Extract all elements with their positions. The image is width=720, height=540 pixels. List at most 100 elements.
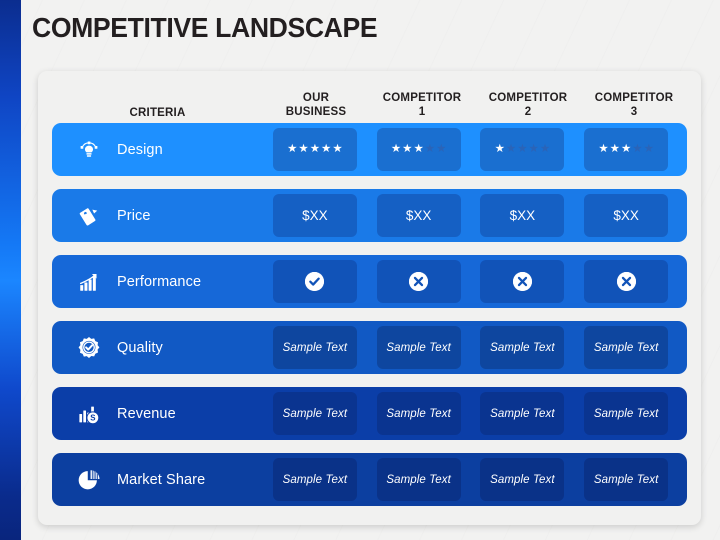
table-row[interactable]: Quality Sample Text Sample Text Sample Text… xyxy=(52,321,687,374)
comparison-table-card: CRITERIA OUR BUSINESS COMPETITOR 1 COMPE… xyxy=(38,71,701,525)
star-filled-icon: ★ xyxy=(298,142,309,155)
cell-slot-competitor-3: $XX xyxy=(574,194,678,237)
star-empty-icon: ★ xyxy=(643,142,654,155)
cell-competitor-3[interactable]: Sample Text xyxy=(584,392,669,435)
page-title: COMPETITIVE LANDSCAPE xyxy=(32,12,378,43)
cell-slot-competitor-2: ★ ★ ★ ★ ★ xyxy=(471,128,575,171)
cell-competitor-1[interactable]: Sample Text xyxy=(376,458,461,501)
star-filled-icon: ★ xyxy=(609,142,620,155)
star-rating[interactable]: ★ ★ ★ ★ ★ xyxy=(391,142,447,156)
table-header-row: CRITERIA OUR BUSINESS COMPETITOR 1 COMPE… xyxy=(38,71,701,123)
price-tag-icon: S xyxy=(74,201,104,231)
star-filled-icon: ★ xyxy=(332,142,343,155)
cell-slot-competitor-2: Sample Text xyxy=(471,392,575,435)
cell-slot-competitor-3: Sample Text xyxy=(574,458,678,501)
pen-nib-icon xyxy=(74,135,104,165)
cell-slot-competitor-1 xyxy=(367,260,471,303)
criteria-name: Quality xyxy=(117,339,163,356)
star-empty-icon: ★ xyxy=(517,142,528,155)
cell-slot-our-business: Sample Text xyxy=(263,326,367,369)
table-body: Design ★ ★ ★ ★ ★ ★ ★ ★ ★ ★ ★ ★ ★ ★ ★ ★ ★ ★ ★ ★ S Price $XX $XX… xyxy=(38,123,701,506)
header-criteria: CRITERIA xyxy=(129,107,186,119)
cell-competitor-3[interactable]: Sample Text xyxy=(584,458,669,501)
star-empty-icon: ★ xyxy=(436,142,447,155)
cell-slot-our-business: $XX xyxy=(263,194,367,237)
revenue-coin-icon: S xyxy=(74,399,104,429)
cell-slot-competitor-3: Sample Text xyxy=(574,326,678,369)
cell-competitor-3[interactable]: ★ ★ ★ ★ ★ xyxy=(584,128,669,171)
star-filled-icon: ★ xyxy=(321,142,332,155)
cell-competitor-1[interactable] xyxy=(376,260,461,303)
header-column-competitor-3: COMPETITOR 3 xyxy=(594,91,674,118)
pie-chart-icon xyxy=(74,465,104,495)
cell-slot-competitor-1: $XX xyxy=(367,194,471,237)
table-row[interactable]: S Price $XX $XX $XX $XX xyxy=(52,189,687,242)
cell-competitor-1[interactable]: Sample Text xyxy=(376,326,461,369)
cell-slot-competitor-1: ★ ★ ★ ★ ★ xyxy=(367,128,471,171)
header-column-our-business: OUR BUSINESS xyxy=(285,91,347,118)
row-label: Performance xyxy=(52,267,263,297)
star-filled-icon: ★ xyxy=(494,142,505,155)
cell-our-business[interactable] xyxy=(272,260,357,303)
quality-badge-icon xyxy=(74,333,104,363)
table-row[interactable]: Market Share Sample Text Sample Text Sample… xyxy=(52,453,687,506)
row-label: Quality xyxy=(52,333,263,363)
cell-competitor-2[interactable]: $XX xyxy=(480,194,565,237)
left-accent-bar xyxy=(0,0,21,540)
cell-competitor-3[interactable]: $XX xyxy=(584,194,669,237)
star-filled-icon: ★ xyxy=(598,142,609,155)
cell-competitor-3[interactable] xyxy=(584,260,669,303)
star-rating[interactable]: ★ ★ ★ ★ ★ xyxy=(598,142,654,156)
cell-slot-competitor-1: Sample Text xyxy=(367,326,471,369)
cell-competitor-1[interactable]: ★ ★ ★ ★ ★ xyxy=(376,128,461,171)
slide-canvas: COMPETITIVE LANDSCAPE CRITERIA OUR BUSIN… xyxy=(21,0,720,540)
cross-icon xyxy=(409,272,429,291)
cross-icon xyxy=(512,272,532,291)
table-row[interactable]: Design ★ ★ ★ ★ ★ ★ ★ ★ ★ ★ ★ ★ ★ ★ ★ ★ ★ ★ ★ ★ xyxy=(52,123,687,176)
cell-slot-our-business: Sample Text xyxy=(263,458,367,501)
cell-slot-our-business: ★ ★ ★ ★ ★ xyxy=(263,128,367,171)
star-filled-icon: ★ xyxy=(287,142,298,155)
cell-slot-competitor-3: Sample Text xyxy=(574,392,678,435)
cell-competitor-2[interactable]: ★ ★ ★ ★ ★ xyxy=(480,128,565,171)
star-empty-icon: ★ xyxy=(424,142,436,155)
cell-competitor-2[interactable]: Sample Text xyxy=(480,458,565,501)
cell-slot-competitor-3: ★ ★ ★ ★ ★ xyxy=(574,128,678,171)
cell-competitor-1[interactable]: $XX xyxy=(376,194,461,237)
star-filled-icon: ★ xyxy=(402,142,413,155)
cross-icon xyxy=(616,272,636,291)
cell-our-business[interactable]: $XX xyxy=(272,194,357,237)
cell-competitor-3[interactable]: Sample Text xyxy=(584,326,669,369)
cell-slot-competitor-2: $XX xyxy=(471,194,575,237)
cell-competitor-2[interactable] xyxy=(480,260,565,303)
cell-competitor-2[interactable]: Sample Text xyxy=(480,392,565,435)
criteria-name: Market Share xyxy=(117,471,206,488)
cell-slot-our-business xyxy=(263,260,367,303)
header-column-competitor-2: COMPETITOR 2 xyxy=(488,91,568,118)
star-empty-icon: ★ xyxy=(528,142,539,155)
cell-our-business[interactable]: ★ ★ ★ ★ ★ xyxy=(272,128,357,171)
cell-competitor-2[interactable]: Sample Text xyxy=(480,326,565,369)
cell-our-business[interactable]: Sample Text xyxy=(272,392,357,435)
cell-our-business[interactable]: Sample Text xyxy=(272,326,357,369)
row-label: S Price xyxy=(52,201,263,231)
cell-slot-competitor-3 xyxy=(574,260,678,303)
cell-competitor-1[interactable]: Sample Text xyxy=(376,392,461,435)
table-row[interactable]: S Revenue Sample Text Sample Text Sample Te… xyxy=(52,387,687,440)
criteria-name: Performance xyxy=(117,273,202,290)
star-filled-icon: ★ xyxy=(620,142,632,155)
star-rating[interactable]: ★ ★ ★ ★ ★ xyxy=(287,142,343,156)
svg-text:S: S xyxy=(90,413,95,422)
cell-our-business[interactable]: Sample Text xyxy=(272,458,357,501)
star-empty-icon: ★ xyxy=(632,142,643,155)
star-filled-icon: ★ xyxy=(309,142,321,155)
check-icon xyxy=(305,272,325,291)
star-rating[interactable]: ★ ★ ★ ★ ★ xyxy=(494,142,551,156)
cell-slot-competitor-1: Sample Text xyxy=(367,392,471,435)
star-filled-icon: ★ xyxy=(413,142,424,155)
cell-slot-competitor-1: Sample Text xyxy=(367,458,471,501)
criteria-name: Design xyxy=(117,141,163,158)
growth-chart-icon xyxy=(74,267,104,297)
star-empty-icon: ★ xyxy=(539,142,551,155)
table-row[interactable]: Performance xyxy=(52,255,687,308)
